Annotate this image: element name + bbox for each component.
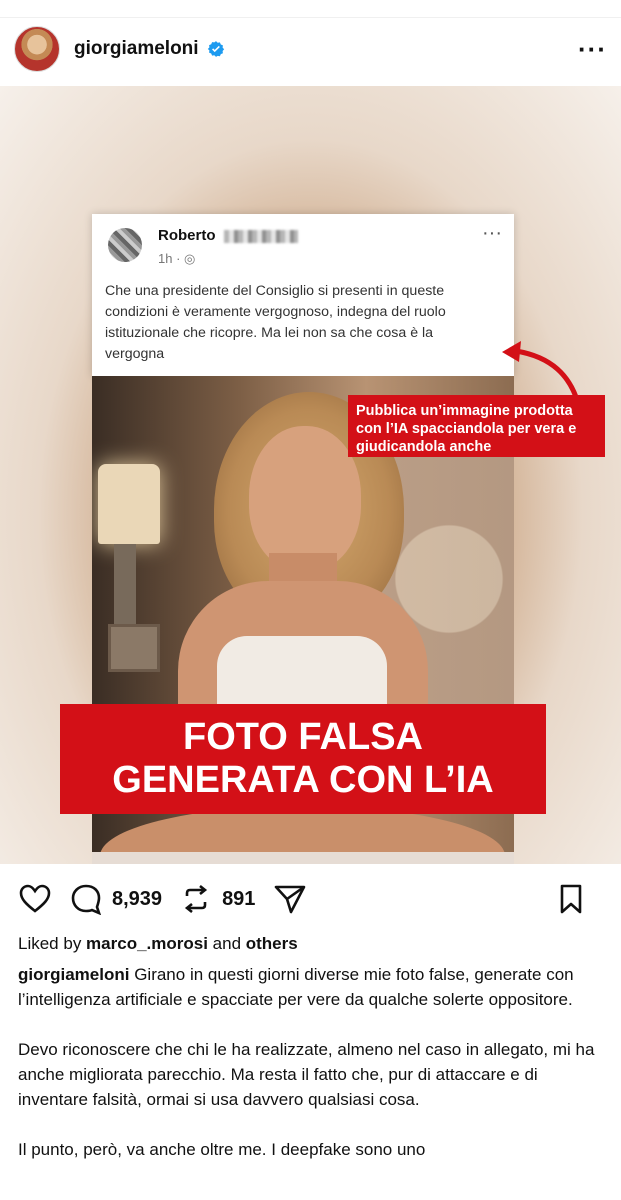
post-actions: 8,939 891: [0, 866, 621, 932]
save-button[interactable]: [557, 883, 585, 915]
facebook-more-icon: ···: [482, 222, 502, 244]
top-strip: [0, 0, 621, 18]
person-face: [249, 426, 361, 571]
facebook-post-meta: 1h · ◎: [158, 251, 196, 266]
caption-paragraph-2: Devo riconoscere che chi le ha realizzat…: [18, 1040, 595, 1109]
comment-count: 8,939: [112, 887, 163, 910]
lamp: [98, 464, 160, 544]
send-icon: [275, 885, 306, 914]
caption-username[interactable]: giorgiameloni: [18, 965, 129, 984]
heart-icon: [19, 884, 51, 913]
callout-box: Pubblica un’immagine prodotta con l’IA s…: [348, 395, 605, 457]
facebook-post-text: Che una presidente del Consiglio si pres…: [105, 283, 446, 362]
repost-count: 891: [222, 887, 256, 910]
comment-bubble-icon: [71, 884, 102, 915]
more-options-button[interactable]: ···: [578, 34, 607, 65]
liked-by-others[interactable]: others: [246, 934, 298, 953]
facebook-post-screenshot: Roberto 1h · ◎ ··· Che una presidente de…: [92, 214, 514, 376]
post-media[interactable]: Roberto 1h · ◎ ··· Che una presidente de…: [0, 86, 621, 864]
repost-icon: [184, 884, 208, 914]
comment-button[interactable]: 8,939: [70, 883, 162, 915]
liked-by: Liked by marco_.morosi and others: [18, 934, 298, 954]
caption-paragraph-1: giorgiameloni Girano in questi giorni di…: [18, 962, 603, 1012]
blurred-avatar: [108, 228, 142, 262]
banner-line-2: GENERATA CON L’IA: [112, 759, 494, 801]
post-caption: giorgiameloni Girano in questi giorni di…: [18, 962, 603, 1162]
verified-badge-icon: [207, 40, 225, 58]
profile-avatar[interactable]: [14, 26, 60, 72]
lamp-base: [114, 544, 136, 636]
liked-by-prefix: Liked by: [18, 934, 87, 953]
liked-by-user[interactable]: marco_.morosi: [86, 934, 208, 953]
banner-line-1: FOTO FALSA: [183, 716, 423, 758]
repost-button[interactable]: 891: [180, 883, 255, 915]
blurred-surname: [224, 230, 298, 243]
liked-by-and: and: [207, 934, 246, 953]
picture-frame: [108, 624, 160, 672]
bookmark-icon: [560, 884, 582, 914]
facebook-poster-name: Roberto: [158, 227, 216, 244]
like-button[interactable]: [18, 884, 52, 914]
fake-photo-banner: FOTO FALSA GENERATA CON L’IA: [60, 704, 546, 814]
share-button[interactable]: [273, 883, 307, 915]
post-username[interactable]: giorgiameloni: [74, 38, 199, 60]
bed-sheet: [92, 852, 514, 864]
post-header: giorgiameloni ···: [0, 18, 621, 80]
caption-paragraph-3: Il punto, però, va anche oltre me. I dee…: [18, 1140, 426, 1159]
